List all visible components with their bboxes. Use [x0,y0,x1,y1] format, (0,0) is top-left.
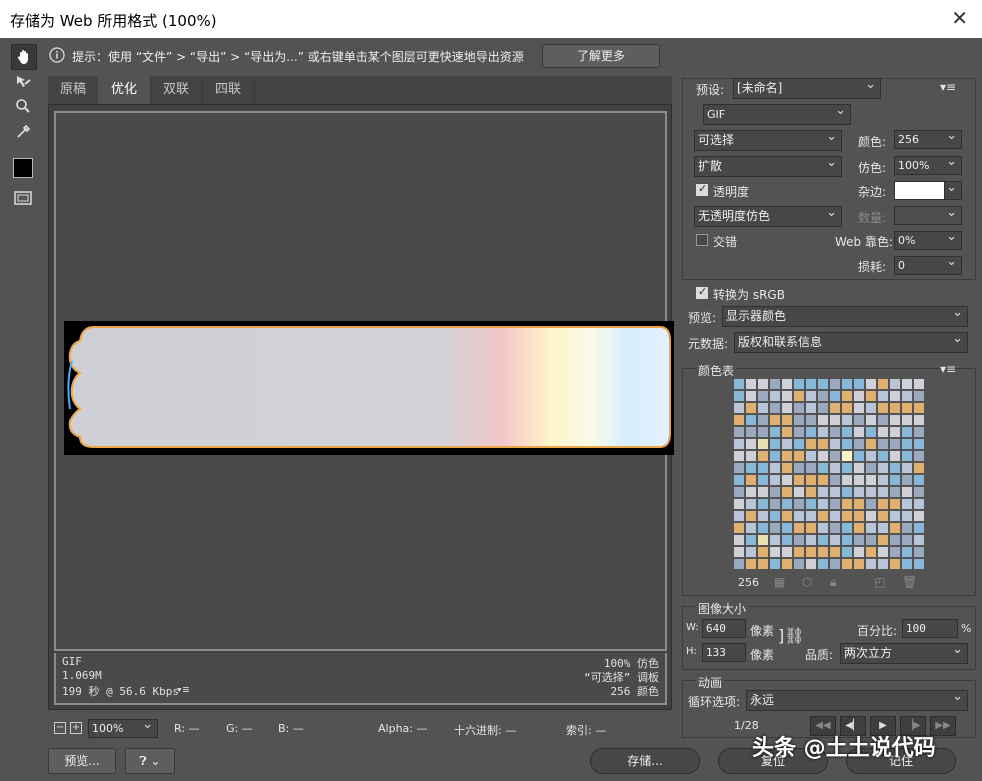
loop-options-label: 循环选项: [688,695,741,709]
tab-original[interactable]: 原稿 [48,76,99,104]
status-bar: − + 100% R: — G: — B: — Alpha: — 十六进制: —… [48,716,672,742]
matte-label: 杂边: [858,185,887,199]
hint-text: 提示：使用 “文件” > “导出” > “导出为...” 或右键单击某个图层可更… [72,50,524,64]
colors-label: 颜色: [858,135,887,149]
lossy-label: 损耗: [858,260,887,274]
eyedropper-color-swatch[interactable] [11,156,35,180]
height-label: H: [686,646,697,657]
matte-color-swatch[interactable] [894,181,946,200]
loop-options-dropdown[interactable]: 永远 [746,690,968,711]
tab-4-up[interactable]: 四联 [202,76,255,104]
file-format-dropdown[interactable]: GIF [703,104,851,125]
alpha-readout: Alpha: — [378,722,428,735]
learn-more-button[interactable]: 了解更多 [542,44,660,68]
width-label: W: [686,622,699,633]
web-shift-icon[interactable]: ⬡ [802,575,812,589]
eyedropper-tool-icon[interactable] [11,120,35,144]
zoom-in-icon[interactable]: + [70,722,82,734]
metadata-dropdown[interactable]: 版权和联系信息 [734,332,968,353]
zoom-tool-icon[interactable] [11,94,35,118]
quality-dropdown[interactable]: 两次立方 [840,643,968,664]
dither-algorithm-dropdown[interactable]: 扩散 [694,156,842,177]
width-unit: 像素 [750,624,775,638]
dither-amount-field[interactable]: 100% [894,156,962,175]
colors-dropdown[interactable]: 256 [894,130,962,149]
color-table-menu-icon[interactable]: ▾≡ [940,362,956,376]
image-preview [64,321,674,455]
title-bar: 存储为 Web 所用格式 (100%) ✕ [0,0,982,38]
preview-in-browser-button[interactable]: 预览... [48,748,116,774]
interlaced-label: 交错 [713,235,738,249]
width-field[interactable]: 640 [702,619,746,638]
transparency-dither-dropdown[interactable]: 无透明度仿色 [694,206,842,227]
preset-label: 预设: [696,83,725,97]
info-download-time: 199 秒 @ 56.6 Kbps [62,685,179,698]
height-field[interactable]: 133 [702,643,746,662]
color-reduction-dropdown[interactable]: 可选择 [694,130,842,151]
tab-2-up[interactable]: 双联 [150,76,203,104]
image-size-title: 图像大小 [696,600,749,617]
dither-label: 仿色: [858,161,887,175]
hex-readout: 十六进制: — [454,724,517,737]
preview-canvas: GIF 1.069M 199 秒 @ 56.6 Kbps ▾≡ 100% 仿色 … [48,104,674,710]
image-info-panel: GIF 1.069M 199 秒 @ 56.6 Kbps ▾≡ 100% 仿色 … [54,653,667,705]
map-to-transparent-icon[interactable]: ▦ [774,575,785,589]
r-readout: R: — [174,722,200,735]
preset-dropdown[interactable]: [未命名] [733,78,881,99]
preview-mode-dropdown[interactable]: 显示器颜色 [722,306,968,327]
info-icon [49,47,65,63]
percent-field[interactable]: 100 [902,619,958,638]
index-readout: 索引: — [566,724,607,737]
tab-optimized[interactable]: 优化 [98,76,151,104]
window-title: 存储为 Web 所用格式 (100%) [10,12,217,30]
metadata-label: 元数据: [688,337,729,351]
quality-label: 品质: [805,648,834,662]
percent-label: 百分比: [857,624,898,638]
animation-title: 动画 [696,674,725,691]
web-snap-label: Web 靠色: [835,235,894,249]
transparency-checkbox[interactable] [696,182,708,196]
tool-bar [8,42,38,212]
close-icon[interactable]: ✕ [951,6,968,30]
download-speed-menu-icon[interactable]: ▾≡ [176,683,189,696]
zoom-level-dropdown[interactable]: 100% [88,719,158,738]
preview-mode-label: 预览: [688,311,717,325]
amount-field[interactable] [894,206,962,225]
g-readout: G: — [226,722,253,735]
hand-tool-icon[interactable] [11,44,37,70]
interlaced-checkbox[interactable] [696,234,708,246]
view-tabs: 原稿 优化 双联 四联 [48,76,672,104]
color-table-title: 颜色表 [696,362,737,379]
delete-color-icon[interactable]: 🗑︎ [902,575,917,589]
height-unit: 像素 [750,648,775,662]
amount-label: 数量: [858,211,887,225]
browser-select-button[interactable]: ❓︎ ⌄ [125,748,175,774]
transparency-label: 透明度 [713,185,750,199]
browser-icon: ❓︎ ⌄ [139,754,161,768]
lock-color-icon[interactable]: 🔒︎ [830,575,836,590]
web-snap-field[interactable]: 0% [894,231,962,250]
color-count: 256 [738,576,759,589]
hint-bar: 提示：使用 “文件” > “导出” > “导出为...” 或右键单击某个图层可更… [46,42,976,70]
slice-select-tool-icon[interactable] [11,70,35,94]
info-colors: 256 颜色 [610,685,660,698]
toggle-slices-icon[interactable] [11,186,35,210]
watermark-text: 头条 @土土说代码 [752,736,936,761]
optimize-menu-icon[interactable]: ▾≡ [940,80,956,94]
convert-srgb-label: 转换为 sRGB [713,288,785,302]
save-button[interactable]: 存储... [590,748,700,774]
percent-unit: % [961,622,972,635]
new-color-icon[interactable]: ◰ [874,575,885,589]
info-file-size: 1.069M [62,669,102,682]
optimized-image-area[interactable] [54,111,674,651]
b-readout: B: — [278,722,304,735]
convert-srgb-checkbox[interactable] [696,285,708,299]
info-format: GIF [62,655,82,668]
matte-dropdown-arrow[interactable] [944,181,962,200]
color-table-grid[interactable] [733,378,925,570]
lossy-field[interactable]: 0 [894,256,962,275]
zoom-out-icon[interactable]: − [54,722,66,734]
constrain-proportions-icon[interactable]: ]⛓︎ [778,626,805,645]
